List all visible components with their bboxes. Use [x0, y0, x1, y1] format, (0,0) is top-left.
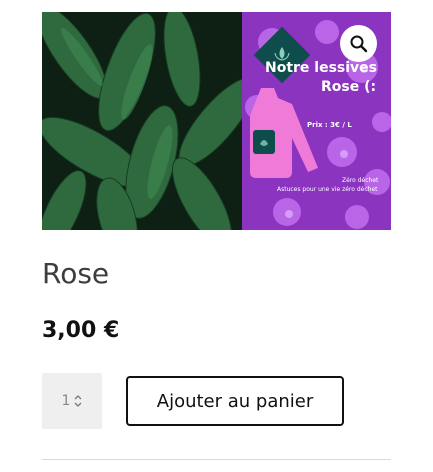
image-headline-2: Rose (: [321, 79, 377, 95]
zoom-icon [350, 35, 367, 52]
quantity-stepper[interactable]: 1 [42, 373, 102, 429]
quantity-value: 1 [61, 393, 71, 409]
product-price: 3,00 € [42, 318, 120, 343]
zoom-button[interactable] [340, 25, 377, 62]
image-footer-1: Zéro déchet [342, 177, 379, 184]
add-to-cart-button[interactable]: Ajouter au panier [126, 376, 344, 426]
image-price-tag: Prix : 3€ / L [307, 121, 352, 129]
divider [42, 459, 391, 460]
image-footer-2: Astuces pour une vie zéro déchet [277, 186, 378, 193]
product-title: Rose [42, 257, 110, 290]
stepper-arrows-icon[interactable] [74, 394, 82, 408]
product-image[interactable]: Notre lessives Rose (: Prix : 3€ / L Zér… [42, 12, 391, 230]
